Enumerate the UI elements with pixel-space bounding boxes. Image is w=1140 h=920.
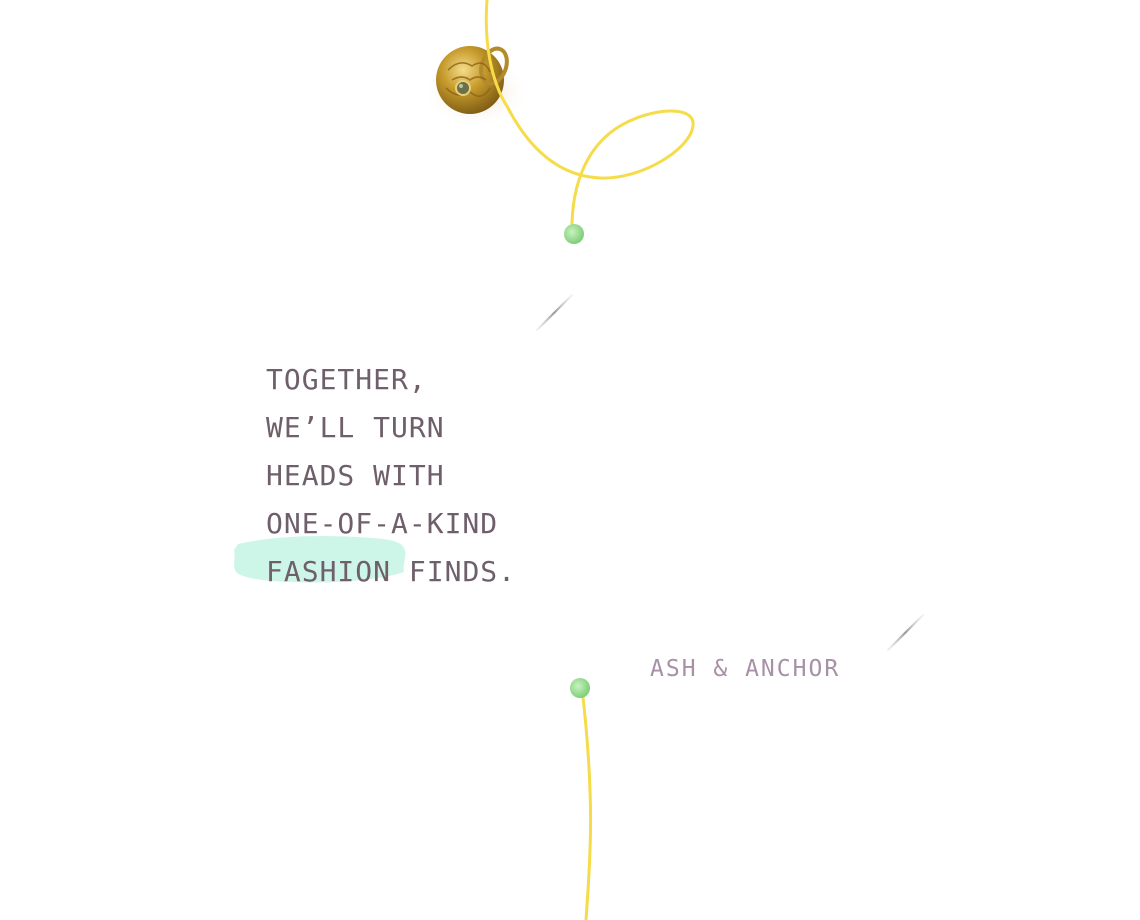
tagline-line-5-rest: FINDS. [391, 555, 517, 588]
needle-icon-right [886, 613, 925, 652]
tagline-line-4: ONE-OF-A-KIND [266, 507, 499, 540]
bead-top [564, 224, 584, 244]
brand-name: ASH & ANCHOR [650, 656, 841, 682]
thread-bottom [580, 686, 593, 920]
bead-bottom [570, 678, 590, 698]
tagline-line-3: HEADS WITH [266, 459, 445, 492]
needle-icon-top [535, 293, 574, 332]
tagline: TOGETHER, WE’LL TURN HEADS WITH ONE-OF-A… [234, 356, 1140, 596]
tagline-line-5: FASHION FINDS. [234, 536, 1140, 596]
tagline-line-1: TOGETHER, [266, 363, 427, 396]
highlight-word-text: FASHION [266, 555, 392, 588]
highlighted-word: FASHION [234, 536, 406, 596]
tagline-line-2: WE’LL TURN [266, 411, 445, 444]
thread-top [484, 0, 695, 240]
